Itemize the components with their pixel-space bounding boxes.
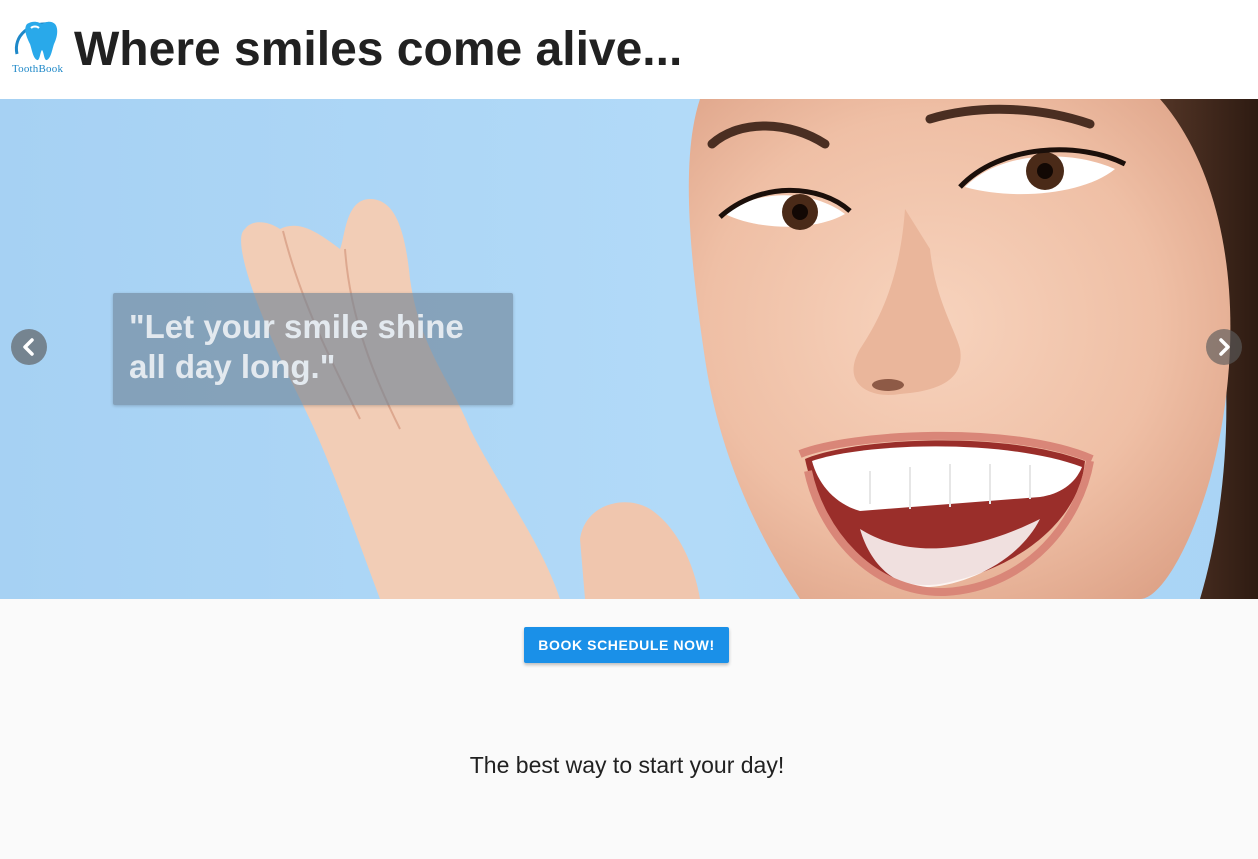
carousel-caption: "Let your smile shine all day long." <box>113 293 513 405</box>
chevron-left-icon <box>23 338 34 356</box>
logo-wordmark: ToothBook <box>12 63 64 75</box>
page-title: Where smiles come alive... <box>74 23 683 76</box>
book-schedule-button[interactable]: BOOK SCHEDULE NOW! <box>524 627 729 663</box>
hero-carousel: "Let your smile shine all day long." <box>0 99 1258 599</box>
carousel-next-button[interactable] <box>1206 329 1242 365</box>
chevron-right-icon <box>1219 338 1230 356</box>
tagline: The best way to start your day! <box>469 752 785 778</box>
carousel-prev-button[interactable] <box>11 329 47 365</box>
caption-text: "Let your smile shine all day long." <box>129 308 464 385</box>
site-header: ToothBook Where smiles come alive... <box>0 0 1258 99</box>
